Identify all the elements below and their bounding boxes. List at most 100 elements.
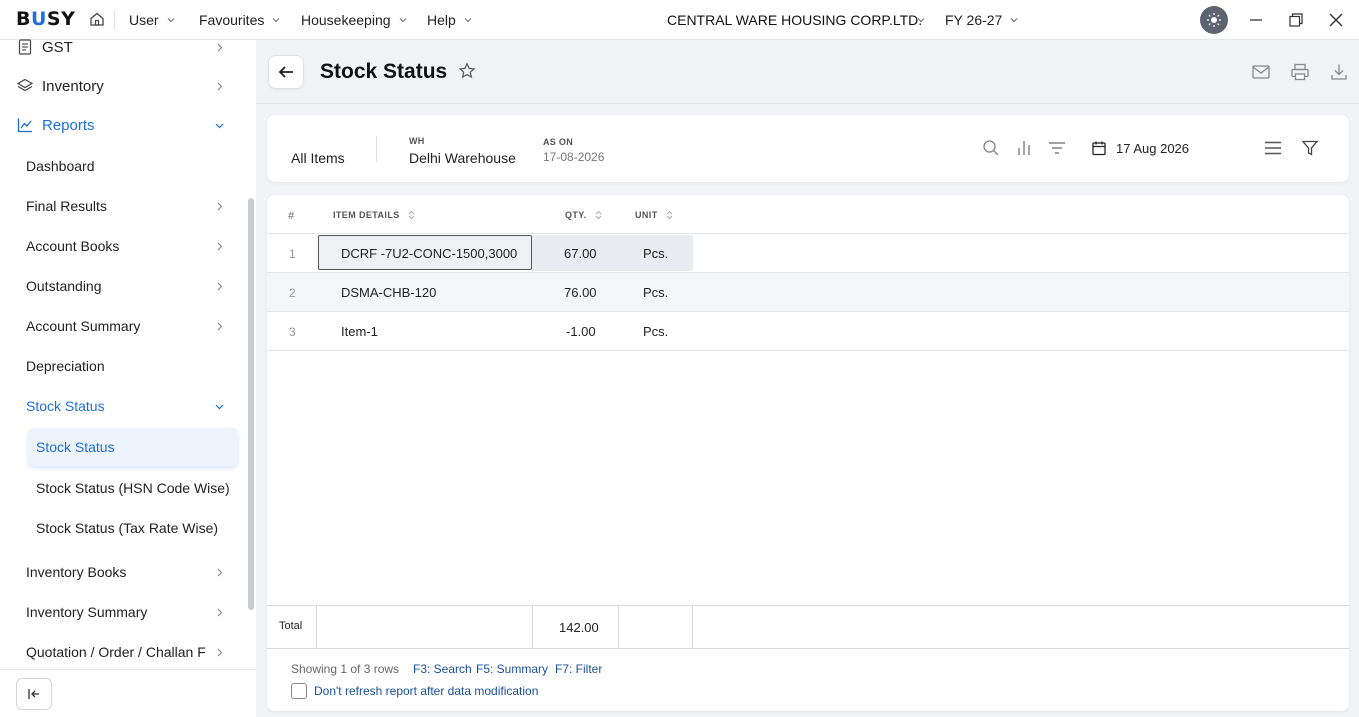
menu-user[interactable]: User: [129, 12, 175, 28]
sidebar-item-inventory[interactable]: Inventory: [0, 68, 248, 104]
total-row-bottom-divider: [267, 648, 1349, 649]
item-name: DSMA-CHB-120: [341, 285, 437, 300]
total-cell-divider: [692, 605, 693, 648]
sort-icon: [595, 210, 601, 220]
item-name: DCRF -7U2-CONC-1500,3000: [341, 246, 518, 261]
chevron-down-icon[interactable]: [917, 16, 925, 24]
sidebar-item-account-summary[interactable]: Account Summary: [0, 308, 248, 344]
sidebar-item-reports[interactable]: Reports: [0, 107, 248, 143]
sidebar-subitem-stock-status[interactable]: Stock Status: [28, 428, 238, 466]
ason-value: 17-08-2026: [543, 150, 605, 164]
hamburger-menu-icon[interactable]: [1264, 139, 1282, 157]
sidebar-divider: [0, 669, 256, 670]
date-selector[interactable]: 17 Aug 2026: [1116, 141, 1189, 156]
row-count-text: Showing 1 of 3 rows: [291, 662, 400, 676]
chevron-down-icon: [167, 18, 174, 23]
home-icon[interactable]: [89, 11, 105, 27]
total-row-top-divider: [267, 605, 1349, 606]
chevron-right-icon: [217, 322, 223, 331]
sidebar-item-account-books[interactable]: Account Books: [0, 228, 248, 264]
sidebar-subitem-stock-status-hsn[interactable]: Stock Status (HSN Code Wise): [36, 480, 230, 496]
warehouse-value[interactable]: Delhi Warehouse: [409, 150, 516, 166]
sidebar-item-inventory-summary[interactable]: Inventory Summary: [0, 594, 248, 630]
chevron-down-icon: [464, 18, 472, 23]
menu-housekeeping[interactable]: Housekeeping: [301, 12, 407, 28]
item-qty: -1.00: [566, 324, 596, 339]
sun-icon: [1207, 13, 1221, 27]
print-icon[interactable]: [1290, 62, 1310, 82]
total-cell-divider: [618, 605, 619, 648]
fy-selector[interactable]: FY 26-27: [945, 12, 1018, 28]
close-icon[interactable]: [1328, 12, 1344, 28]
document-icon: [18, 39, 32, 55]
collapse-left-icon: [28, 689, 39, 699]
col-header-qty[interactable]: QTY.: [565, 210, 602, 220]
sidebar-scrollbar[interactable]: [248, 198, 254, 610]
item-name: Item-1: [341, 324, 378, 339]
menu-help[interactable]: Help: [427, 12, 472, 28]
company-selector[interactable]: CENTRAL WARE HOUSING CORP.LTD.: [667, 12, 922, 28]
chevron-right-icon: [217, 43, 223, 52]
sort-icon: [408, 210, 414, 220]
chevron-right-icon: [217, 82, 223, 91]
chevron-down-icon: [215, 404, 224, 410]
layers-icon: [16, 78, 34, 92]
item-qty: 67.00: [564, 246, 597, 261]
chevron-down-icon: [399, 18, 406, 23]
no-refresh-label[interactable]: Don't refresh report after data modifica…: [314, 684, 538, 698]
sort-icon: [666, 210, 672, 220]
row-number: 2: [289, 286, 296, 300]
item-unit: Pcs.: [643, 285, 669, 300]
chevron-right-icon: [217, 648, 223, 657]
shortcut-summary[interactable]: F5: Summary: [476, 662, 548, 676]
total-cell-divider: [532, 605, 533, 648]
sidebar-item-inventory-books[interactable]: Inventory Books: [0, 554, 248, 590]
sidebar-item-outstanding[interactable]: Outstanding: [0, 268, 248, 304]
sidebar-item-quotation-order-challan[interactable]: Quotation / Order / Challan F: [0, 634, 248, 670]
all-items-filter[interactable]: All Items: [291, 150, 345, 166]
bar-chart-icon[interactable]: [1015, 139, 1033, 157]
total-cell-divider: [316, 605, 317, 648]
calendar-icon[interactable]: [1091, 140, 1107, 156]
chevron-down-icon: [1010, 18, 1018, 23]
search-icon[interactable]: [982, 139, 1000, 157]
item-unit: Pcs.: [643, 246, 669, 261]
wh-label: WH: [409, 136, 425, 146]
total-label: Total: [279, 620, 303, 632]
theme-toggle-button[interactable]: [1200, 6, 1228, 34]
chevron-down-icon: [272, 18, 280, 23]
sidebar-item-final-results[interactable]: Final Results: [0, 188, 248, 224]
no-refresh-checkbox[interactable]: [291, 683, 307, 699]
shortcut-search[interactable]: F3: Search: [413, 662, 472, 676]
download-icon[interactable]: [1329, 62, 1349, 82]
mail-icon[interactable]: [1251, 62, 1271, 82]
col-header-number: #: [288, 210, 295, 222]
chevron-right-icon: [217, 282, 223, 291]
sidebar-subitem-stock-status-tax[interactable]: Stock Status (Tax Rate Wise): [36, 520, 218, 536]
busy-logo[interactable]: BUSY: [16, 8, 75, 30]
sort-lines-icon[interactable]: [1048, 139, 1066, 157]
table-row[interactable]: [267, 312, 1349, 350]
row-divider: [267, 350, 1349, 351]
back-button[interactable]: [268, 55, 304, 89]
col-header-item-details[interactable]: ITEM DETAILS: [333, 210, 415, 220]
minimize-icon[interactable]: [1248, 12, 1264, 28]
sidebar-item-stock-status[interactable]: Stock Status: [0, 388, 248, 424]
filter-icon[interactable]: [1301, 139, 1319, 157]
sidebar-item-gst[interactable]: GST: [0, 29, 248, 65]
col-header-unit[interactable]: UNIT: [635, 210, 673, 220]
sidebar-item-dashboard[interactable]: Dashboard: [0, 148, 248, 184]
chevron-down-icon: [215, 123, 224, 129]
row-number: 1: [289, 247, 296, 261]
chevron-right-icon: [217, 242, 223, 251]
sidebar: GST Inventory Reports Dashboard Final Re…: [0, 39, 256, 717]
menu-favourites[interactable]: Favourites: [199, 12, 280, 28]
restore-icon[interactable]: [1288, 12, 1304, 28]
sidebar-item-depreciation[interactable]: Depreciation: [0, 348, 248, 384]
collapse-sidebar-button[interactable]: [16, 678, 52, 710]
star-icon[interactable]: [458, 62, 476, 80]
header-divider: [256, 103, 1359, 104]
filter-divider: [376, 136, 377, 162]
ason-label: AS ON: [543, 137, 574, 147]
shortcut-filter[interactable]: F7: Filter: [555, 662, 602, 676]
